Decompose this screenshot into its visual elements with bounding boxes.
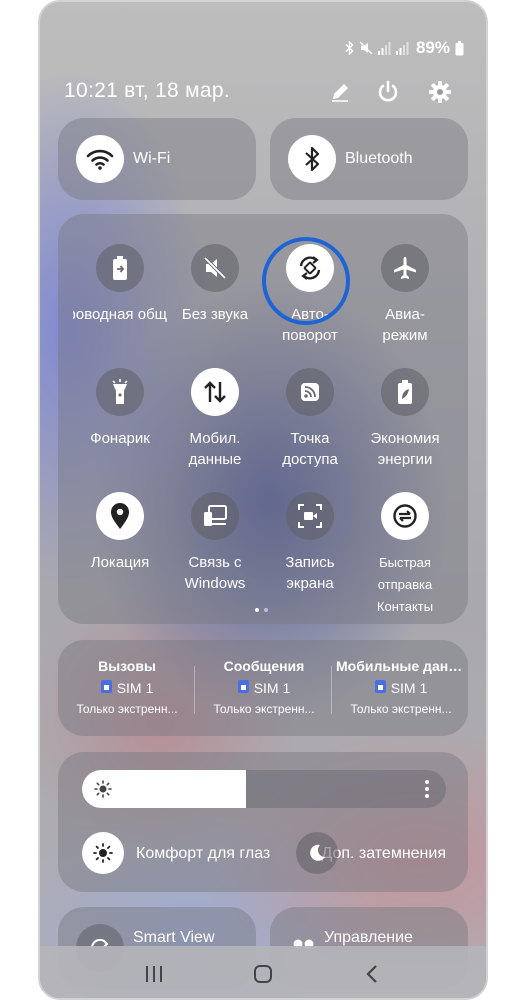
hotspot-icon [286, 368, 334, 416]
sim-calls[interactable]: Вызовы SIM 1 Только экстренн... [62, 658, 192, 716]
more-options-icon[interactable] [424, 779, 430, 799]
wifi-pill[interactable]: Wi-Fi [58, 118, 256, 200]
sim-card-icon [237, 680, 249, 696]
status-bar: 89% [345, 38, 464, 58]
sim-calls-status: Только экстренн... [76, 702, 178, 716]
date-time: 10:21 вт, 18 мар. [64, 79, 230, 102]
tile-power-saving[interactable]: Экономия энергии [358, 368, 452, 470]
airplane-icon [381, 244, 429, 292]
sim-calls-title: Вызовы [98, 658, 156, 674]
recent-apps-icon[interactable] [134, 954, 174, 994]
tile-label: Экономия энергии [370, 430, 440, 468]
tile-mute[interactable]: Без звука [168, 244, 262, 325]
sim-card-icon [100, 680, 112, 696]
sim-data-status: Только экстренн... [350, 702, 452, 716]
home-icon[interactable] [243, 954, 283, 994]
power-saving-icon [381, 368, 429, 416]
sim-messages-status: Только экстренн... [213, 702, 315, 716]
wifi-icon [76, 135, 124, 183]
bluetooth-icon [288, 135, 336, 183]
tile-label: Запись экрана [285, 554, 335, 592]
battery-icon [455, 40, 464, 55]
extra-dim-label: Доп. затемнения [321, 845, 446, 862]
eye-comfort-label: Комфорт для глаз [136, 845, 271, 862]
settings-gear-icon[interactable] [426, 78, 454, 106]
back-icon[interactable] [352, 954, 392, 994]
signal-2-icon [395, 41, 409, 55]
tile-location[interactable]: Локация [73, 492, 167, 573]
header-row: 10:21 вт, 18 мар. [64, 78, 464, 106]
sim-divider [331, 666, 332, 714]
sim-divider [194, 666, 195, 714]
wifi-label: Wi-Fi [133, 150, 171, 167]
sim-card-icon [374, 680, 386, 696]
battery-share-icon [96, 244, 144, 292]
page-indicator [255, 608, 268, 612]
sim-messages-title: Сообщения [223, 658, 305, 674]
tile-link-windows[interactable]: Связь с Windows [168, 492, 262, 594]
navigation-bar [40, 946, 486, 998]
tile-label: Фонарик [90, 430, 150, 447]
eye-comfort-icon [82, 832, 124, 874]
location-icon [96, 492, 144, 540]
tile-label: Быстрая отправка Контакты [376, 555, 434, 614]
eye-comfort-toggle[interactable]: Комфорт для глаз [82, 832, 282, 876]
smart-view-label: Smart View [133, 929, 215, 946]
tile-mobile-data[interactable]: Мобил. данные [168, 368, 262, 470]
moon-icon [296, 832, 338, 874]
bluetooth-status-icon [345, 41, 354, 55]
bluetooth-pill[interactable]: Bluetooth [270, 118, 468, 200]
power-icon[interactable] [374, 78, 402, 106]
sim-mobile-data[interactable]: Мобильные данные SIM 1 Только экстренн..… [336, 658, 466, 716]
tile-label: Мобил. данные [188, 430, 242, 468]
tile-screen-record[interactable]: Запись экрана [263, 492, 357, 594]
tile-wireless-share[interactable]: Беспроводная общ. [73, 244, 167, 325]
screen-record-icon [286, 492, 334, 540]
device-control-label: Управление [324, 929, 413, 946]
bluetooth-label: Bluetooth [345, 150, 413, 167]
mute-icon [191, 244, 239, 292]
tile-flashlight[interactable]: Фонарик [73, 368, 167, 449]
phone-screen: 89% 10:21 вт, 18 мар. Wi-Fi Bluetooth ов… [38, 0, 488, 1000]
tile-airplane[interactable]: Авиа- режим [358, 244, 452, 346]
signal-1-icon [377, 41, 391, 55]
sim-data-title: Мобильные данные [336, 658, 466, 674]
sim-messages[interactable]: Сообщения SIM 1 Только экстренн... [199, 658, 329, 716]
tile-label: Локация [90, 554, 150, 571]
brightness-slider[interactable] [82, 770, 446, 808]
tile-quick-share[interactable]: Быстрая отправка Контакты [358, 492, 452, 618]
sim-calls-sim: SIM 1 [116, 680, 154, 696]
sim-data-sim: SIM 1 [390, 680, 428, 696]
quick-share-icon [381, 492, 429, 540]
battery-percent: 89% [415, 38, 450, 57]
sun-icon [94, 780, 112, 798]
highlight-ring [262, 237, 350, 325]
tile-label: Связь с Windows [184, 554, 246, 592]
tile-label: Точка доступа [282, 430, 338, 468]
page-dot [264, 608, 268, 612]
tile-label: Беспроводная общ. [73, 306, 167, 323]
link-windows-icon [191, 492, 239, 540]
tile-hotspot[interactable]: Точка доступа [263, 368, 357, 470]
page-dot-active [255, 608, 259, 612]
sim-messages-sim: SIM 1 [253, 680, 291, 696]
flashlight-icon [96, 368, 144, 416]
tile-label: Без звука [181, 306, 249, 323]
edit-icon[interactable] [326, 78, 354, 106]
mute-status-icon [359, 41, 373, 55]
extra-dim-toggle[interactable]: Доп. затемнения [296, 832, 446, 876]
mobile-data-icon [191, 368, 239, 416]
tile-label: Авиа- режим [382, 306, 428, 344]
